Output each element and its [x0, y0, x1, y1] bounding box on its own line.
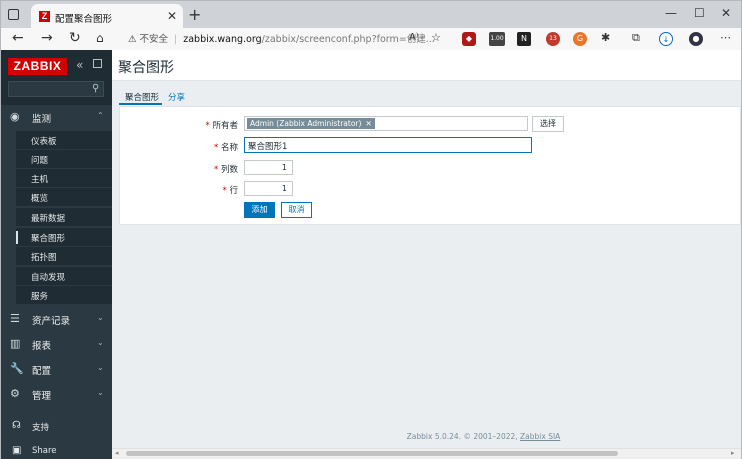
name-label: * 名称: [214, 143, 238, 153]
menu-monitoring[interactable]: ◉ 监测 ⌃: [1, 105, 113, 129]
tab-sharing[interactable]: 分享: [168, 91, 185, 103]
tab-screen[interactable]: 聚合图形: [125, 91, 159, 103]
kiosk-mode-icon[interactable]: [93, 59, 102, 68]
maximize-window-icon[interactable]: ☐: [694, 6, 705, 20]
chevron-down-icon: ⌄: [97, 388, 104, 397]
browser-tab-title: 配置聚合图形: [55, 14, 113, 25]
sidebar-item-hosts[interactable]: 主机: [16, 168, 113, 187]
page-title: 聚合图形: [118, 60, 174, 76]
scroll-left-icon[interactable]: ◂: [115, 449, 119, 457]
forward-icon[interactable]: →: [41, 30, 53, 46]
menu-reports[interactable]: ▥ 报表 ⌄: [1, 332, 113, 356]
active-tab-indicator: [119, 103, 162, 105]
main-content: 聚合图形 聚合图形 分享 * 所有者 Admin (Zabbix Adminis…: [112, 50, 742, 459]
screen-form: * 所有者 Admin (Zabbix Administrator) ✕ 选择 *…: [119, 106, 741, 225]
cancel-button[interactable]: 取消: [281, 202, 312, 218]
zabbix-logo[interactable]: ZABBIX: [8, 58, 67, 75]
sidebar-item-maps[interactable]: 拓扑图: [16, 246, 113, 265]
sidebar-item-discovery[interactable]: 自动发现: [16, 266, 113, 285]
sidebar-item-dashboard[interactable]: 仪表板: [16, 130, 113, 149]
rows-label: * 行: [222, 186, 238, 196]
zabbix-favicon-icon: Z: [39, 11, 50, 22]
profile-avatar-icon[interactable]: ●: [689, 32, 703, 46]
g-extension-icon[interactable]: G: [573, 32, 587, 46]
collections-icon[interactable]: ⧉: [632, 31, 640, 45]
select-owner-button[interactable]: 选择: [532, 116, 564, 132]
name-field[interactable]: 聚合图形1: [244, 137, 532, 153]
scroll-right-icon[interactable]: ▸: [731, 449, 735, 457]
owner-tag: Admin (Zabbix Administrator) ✕: [247, 118, 375, 129]
home-icon[interactable]: ⌂: [96, 31, 104, 45]
gear-icon: ⚙: [10, 387, 20, 400]
eye-icon: ◉: [10, 110, 20, 123]
url-field[interactable]: ⚠ 不安全 | zabbix.wang.org/zabbix/screenconf.p…: [128, 31, 435, 45]
shield-extension-icon[interactable]: ◆: [462, 32, 476, 46]
menu-configuration[interactable]: 🔧 配置 ⌄: [1, 357, 113, 381]
reload-icon[interactable]: ↻: [69, 30, 81, 46]
share-icon: ▣: [12, 445, 22, 456]
headset-icon: ☊: [12, 420, 21, 431]
chevron-down-icon: ⌄: [97, 338, 104, 347]
sidebar-item-overview[interactable]: 概览: [16, 187, 113, 206]
back-icon[interactable]: ←: [12, 30, 24, 46]
extension-counter-icon[interactable]: 13: [546, 32, 560, 46]
columns-label: * 列数: [214, 165, 238, 175]
sidebar-item-screens[interactable]: 聚合图形: [16, 227, 113, 246]
rows-field[interactable]: 1: [244, 181, 293, 196]
browser-tab-active[interactable]: Z 配置聚合图形 ✕: [31, 4, 183, 30]
url-host: zabbix.wang.org: [183, 34, 262, 45]
horizontal-scrollbar[interactable]: ◂ ▸: [112, 448, 741, 458]
read-aloud-icon[interactable]: A⁾: [409, 32, 418, 43]
extension-badge-icon[interactable]: 1.00: [489, 32, 505, 46]
sidebar-item-latest-data[interactable]: 最新数据: [16, 207, 113, 226]
owner-multiselect[interactable]: Admin (Zabbix Administrator) ✕: [244, 116, 528, 131]
collapse-sidebar-icon[interactable]: «: [76, 58, 83, 72]
extensions-puzzle-icon[interactable]: ✱: [601, 31, 610, 44]
report-chart-icon: ▥: [10, 337, 21, 350]
close-window-icon[interactable]: ✕: [721, 6, 731, 20]
zabbix-sia-link[interactable]: Zabbix SIA: [520, 432, 560, 441]
list-icon: ☰: [10, 312, 20, 325]
close-tab-icon[interactable]: ✕: [167, 9, 177, 23]
sidebar-item-services[interactable]: 服务: [16, 285, 113, 304]
more-menu-icon[interactable]: ⋯: [720, 31, 731, 44]
tab-actions-icon[interactable]: [8, 9, 19, 20]
scrollbar-thumb[interactable]: [126, 451, 618, 456]
minimize-window-icon[interactable]: —: [665, 6, 677, 20]
warning-icon: ⚠: [128, 34, 137, 45]
zabbix-sidebar: ZABBIX « ⚲ ◉ 监测 ⌃ 仪表板 问题 主机 概览 最新数据 聚合图形…: [0, 50, 113, 459]
add-button[interactable]: 添加: [244, 202, 275, 218]
remove-owner-icon[interactable]: ✕: [365, 119, 371, 128]
insecure-label: 不安全: [139, 34, 169, 45]
owner-label: * 所有者: [205, 121, 238, 131]
sidebar-search-input[interactable]: [8, 81, 104, 97]
menu-administration[interactable]: ⚙ 管理 ⌄: [1, 382, 113, 406]
page-footer: Zabbix 5.0.24. © 2001–2022, Zabbix SIA: [406, 432, 561, 441]
notion-extension-icon[interactable]: N: [517, 32, 531, 46]
favorite-star-icon[interactable]: ☆: [431, 31, 441, 44]
chevron-down-icon: ⌄: [97, 363, 104, 372]
menu-inventory[interactable]: ☰ 资产记录 ⌄: [1, 307, 113, 331]
new-tab-icon[interactable]: +: [188, 5, 201, 24]
sidebar-share-link[interactable]: ▣ Share: [1, 442, 113, 459]
download-icon[interactable]: ↓: [659, 32, 673, 46]
chevron-up-icon: ⌃: [97, 111, 104, 120]
browser-tab-bar: Z 配置聚合图形 ✕ + — ☐ ✕: [0, 0, 742, 30]
sidebar-support-link[interactable]: ☊ 支持: [1, 417, 113, 437]
page-header: 聚合图形: [112, 50, 741, 81]
search-icon[interactable]: ⚲: [92, 83, 99, 94]
url-separator: |: [174, 34, 178, 45]
wrench-icon: 🔧: [10, 362, 24, 375]
columns-field[interactable]: 1: [244, 160, 293, 175]
menu-label: 监测: [32, 114, 52, 125]
browser-address-bar: ← → ↻ ⌂ ⚠ 不安全 | zabbix.wang.org/zabbix/scre…: [0, 28, 742, 50]
sidebar-item-problems[interactable]: 问题: [16, 149, 113, 168]
chevron-down-icon: ⌄: [97, 313, 104, 322]
